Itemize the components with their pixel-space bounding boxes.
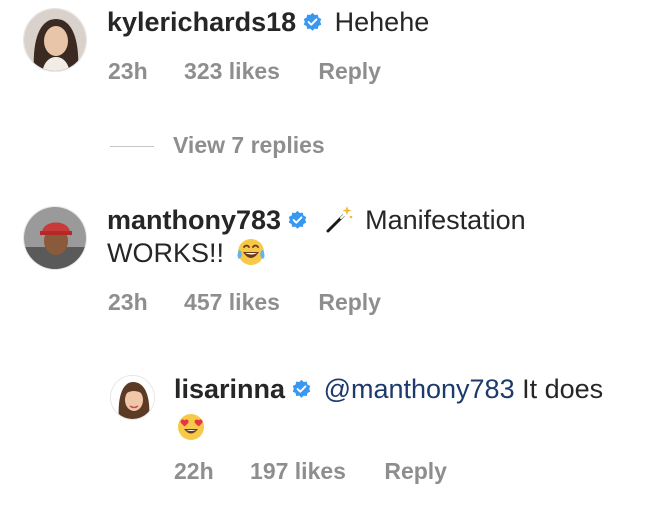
timestamp[interactable]: 23h — [108, 58, 148, 85]
avatar-woman-cartoon-icon — [111, 376, 154, 419]
comment-text-continued: WORKS!! — [107, 238, 225, 268]
view-replies-button[interactable]: View 7 replies — [173, 132, 325, 159]
magic-wand-emoji-icon — [326, 206, 352, 233]
username[interactable]: kylerichards18 — [107, 7, 296, 37]
comment-1-meta: 23h 323 likes Reply — [108, 58, 381, 85]
comment-1-line: kylerichards18 Hehehe — [107, 6, 429, 39]
verified-badge-icon — [292, 379, 311, 398]
likes-count[interactable]: 197 likes — [250, 458, 346, 485]
comment-3-meta: 22h 197 likes Reply — [174, 458, 447, 485]
mention-link[interactable]: @manthony783 — [324, 374, 515, 404]
reply-button[interactable]: Reply — [318, 289, 381, 316]
avatar-manthony783[interactable] — [23, 206, 87, 270]
comment-3-line-2 — [176, 412, 206, 442]
comment-text: Hehehe — [334, 7, 430, 37]
username[interactable]: manthony783 — [107, 205, 281, 235]
tears-of-joy-emoji-icon — [237, 239, 265, 265]
comment-2-line-1: manthony783 Manifestation — [107, 204, 526, 237]
avatar-woman-dark-hair-icon — [24, 9, 86, 71]
heart-eyes-emoji-icon — [178, 414, 204, 440]
reply-button[interactable]: Reply — [384, 458, 447, 485]
username[interactable]: lisarinna — [174, 374, 285, 404]
avatar-lisarinna[interactable] — [110, 375, 155, 420]
comment-2-meta: 23h 457 likes Reply — [108, 289, 381, 316]
likes-count[interactable]: 323 likes — [184, 58, 280, 85]
comment-2-line-2: WORKS!! — [107, 237, 266, 270]
avatar-kylerichards18[interactable] — [23, 8, 87, 72]
comment-3-line-1: lisarinna @manthony783 It does — [174, 373, 603, 406]
replies-divider — [110, 146, 154, 147]
reply-button[interactable]: Reply — [318, 58, 381, 85]
likes-count[interactable]: 457 likes — [184, 289, 280, 316]
timestamp[interactable]: 23h — [108, 289, 148, 316]
comment-text: It does — [522, 374, 604, 404]
comment-text: Manifestation — [365, 205, 526, 235]
timestamp[interactable]: 22h — [174, 458, 214, 485]
avatar-man-red-cap-icon — [24, 207, 86, 269]
verified-badge-icon — [303, 12, 322, 31]
verified-badge-icon — [288, 210, 307, 229]
